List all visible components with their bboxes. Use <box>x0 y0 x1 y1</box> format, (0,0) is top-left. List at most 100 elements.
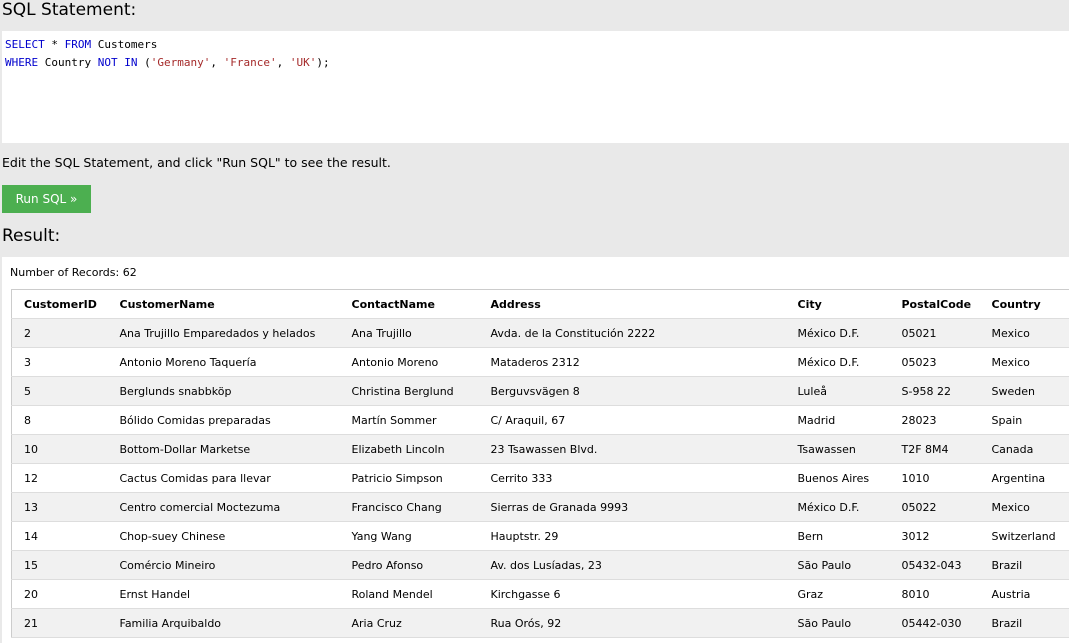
table-cell-postalcode: 05023 <box>889 347 980 377</box>
table-cell-customerid: 20 <box>11 579 108 609</box>
table-cell-postalcode: 3012 <box>889 521 980 551</box>
sql-editor[interactable]: SELECT * FROM Customers WHERE Country NO… <box>2 31 1069 143</box>
table-cell-country: Mexico <box>979 318 1069 348</box>
table-cell-customername: Comércio Mineiro <box>107 550 340 580</box>
table-row: 15 Comércio Mineiro Pedro Afonso Av. dos Lu… <box>11 550 1069 580</box>
table-cell-customerid: 15 <box>11 550 108 580</box>
table-cell-customername: Centro comercial Moctezuma <box>107 492 340 522</box>
result-heading: Result: <box>2 226 61 246</box>
sql-text: Customers <box>91 38 158 51</box>
table-cell-contactname: Ana Trujillo <box>339 318 479 348</box>
column-header-customerid: CustomerID <box>11 289 108 319</box>
sql-text: , <box>276 56 290 69</box>
table-cell-postalcode: T2F 8M4 <box>889 434 980 464</box>
table-cell-city: México D.F. <box>785 492 890 522</box>
column-header-contactname: ContactName <box>339 289 479 319</box>
table-cell-address: Kirchgasse 6 <box>478 579 786 609</box>
table-cell-postalcode: 8010 <box>889 579 980 609</box>
table-cell-contactname: Francisco Chang <box>339 492 479 522</box>
table-body: 2 Ana Trujillo Emparedados y helados Ana T… <box>11 318 1069 638</box>
table-cell-address: Berguvsvägen 8 <box>478 376 786 406</box>
table-cell-contactname: Patricio Simpson <box>339 463 479 493</box>
table-cell-contactname: Antonio Moreno <box>339 347 479 377</box>
table-cell-customername: Chop-suey Chinese <box>107 521 340 551</box>
table-cell-contactname: Roland Mendel <box>339 579 479 609</box>
table-cell-country: Spain <box>979 405 1069 435</box>
table-cell-city: Bern <box>785 521 890 551</box>
table-cell-address: Hauptstr. 29 <box>478 521 786 551</box>
table-cell-customerid: 14 <box>11 521 108 551</box>
table-cell-customername: Antonio Moreno Taquería <box>107 347 340 377</box>
table-cell-customername: Familia Arquibaldo <box>107 608 340 638</box>
table-row: 20 Ernst Handel Roland Mendel Kirchgasse 6G… <box>11 579 1069 609</box>
table-header-row: CustomerID CustomerName ContactName Address… <box>11 289 1069 319</box>
table-row: 12 Cactus Comidas para llevar Patricio Sim… <box>11 463 1069 493</box>
table-cell-customername: Bólido Comidas preparadas <box>107 405 340 435</box>
column-header-postalcode: PostalCode <box>889 289 980 319</box>
table-cell-contactname: Martín Sommer <box>339 405 479 435</box>
table-row: 5 Berglunds snabbköp Christina Berglund Ber… <box>11 376 1069 406</box>
table-cell-customerid: 2 <box>11 318 108 348</box>
table-cell-address: Avda. de la Constitución 2222 <box>478 318 786 348</box>
table-cell-postalcode: 28023 <box>889 405 980 435</box>
table-cell-city: Graz <box>785 579 890 609</box>
instruction-text: Edit the SQL Statement, and click "Run S… <box>2 155 391 170</box>
table-cell-address: Sierras de Granada 9993 <box>478 492 786 522</box>
table-cell-address: Mataderos 2312 <box>478 347 786 377</box>
table-cell-city: México D.F. <box>785 318 890 348</box>
table-cell-customerid: 21 <box>11 608 108 638</box>
table-cell-city: México D.F. <box>785 347 890 377</box>
table-cell-address: C/ Araquil, 67 <box>478 405 786 435</box>
table-row: 3 Antonio Moreno Taquería Antonio Moreno Ma… <box>11 347 1069 377</box>
column-header-address: Address <box>478 289 786 319</box>
sql-keyword: SELECT <box>5 38 45 51</box>
table-cell-country: Switzerland <box>979 521 1069 551</box>
table-cell-country: Mexico <box>979 492 1069 522</box>
sql-text: , <box>210 56 224 69</box>
sql-text: ); <box>316 56 330 69</box>
table-cell-customerid: 3 <box>11 347 108 377</box>
table-cell-city: Buenos Aires <box>785 463 890 493</box>
table-row: 2 Ana Trujillo Emparedados y helados Ana T… <box>11 318 1069 348</box>
sql-string: 'UK' <box>289 56 317 69</box>
table-cell-customername: Cactus Comidas para llevar <box>107 463 340 493</box>
sql-text: ( <box>137 56 151 69</box>
table-cell-customername: Ana Trujillo Emparedados y helados <box>107 318 340 348</box>
table-cell-country: Brazil <box>979 550 1069 580</box>
sql-text: Country <box>38 56 98 69</box>
table-cell-customerid: 5 <box>11 376 108 406</box>
table-row: 13 Centro comercial Moctezuma Francisco Ch… <box>11 492 1069 522</box>
table-cell-customername: Bottom-Dollar Marketse <box>107 434 340 464</box>
table-cell-contactname: Christina Berglund <box>339 376 479 406</box>
table-cell-postalcode: 05022 <box>889 492 980 522</box>
table-cell-postalcode: 05432-043 <box>889 550 980 580</box>
sql-line-1: SELECT * FROM Customers <box>5 36 1066 54</box>
table-cell-customerid: 8 <box>11 405 108 435</box>
table-cell-postalcode: 05442-030 <box>889 608 980 638</box>
table-cell-city: Tsawassen <box>785 434 890 464</box>
run-sql-button[interactable]: Run SQL » <box>2 185 91 213</box>
table-cell-contactname: Aria Cruz <box>339 608 479 638</box>
sql-string: 'Germany' <box>150 56 211 69</box>
table-cell-country: Brazil <box>979 608 1069 638</box>
table-cell-city: São Paulo <box>785 608 890 638</box>
table-cell-country: Argentina <box>979 463 1069 493</box>
table-cell-city: Madrid <box>785 405 890 435</box>
table-cell-contactname: Elizabeth Lincoln <box>339 434 479 464</box>
result-table: CustomerID CustomerName ContactName Address… <box>11 289 1069 638</box>
sql-keyword: NOT IN <box>97 56 138 69</box>
table-cell-country: Sweden <box>979 376 1069 406</box>
column-header-country: Country <box>979 289 1069 319</box>
sql-string: 'France' <box>223 56 277 69</box>
table-cell-country: Canada <box>979 434 1069 464</box>
result-panel: Number of Records: 62 CustomerID Customer… <box>2 257 1069 643</box>
table-cell-customername: Ernst Handel <box>107 579 340 609</box>
table-row: 8 Bólido Comidas preparadas Martín Sommer C… <box>11 405 1069 435</box>
table-cell-city: Luleå <box>785 376 890 406</box>
table-cell-country: Austria <box>979 579 1069 609</box>
sql-statement-heading: SQL Statement: <box>2 0 137 20</box>
table-cell-address: 23 Tsawassen Blvd. <box>478 434 786 464</box>
sql-line-2: WHERE Country NOT IN ('Germany', 'France… <box>5 54 1066 72</box>
table-row: 10 Bottom-Dollar Marketse Elizabeth Lincol… <box>11 434 1069 464</box>
record-count: Number of Records: 62 <box>10 266 137 279</box>
